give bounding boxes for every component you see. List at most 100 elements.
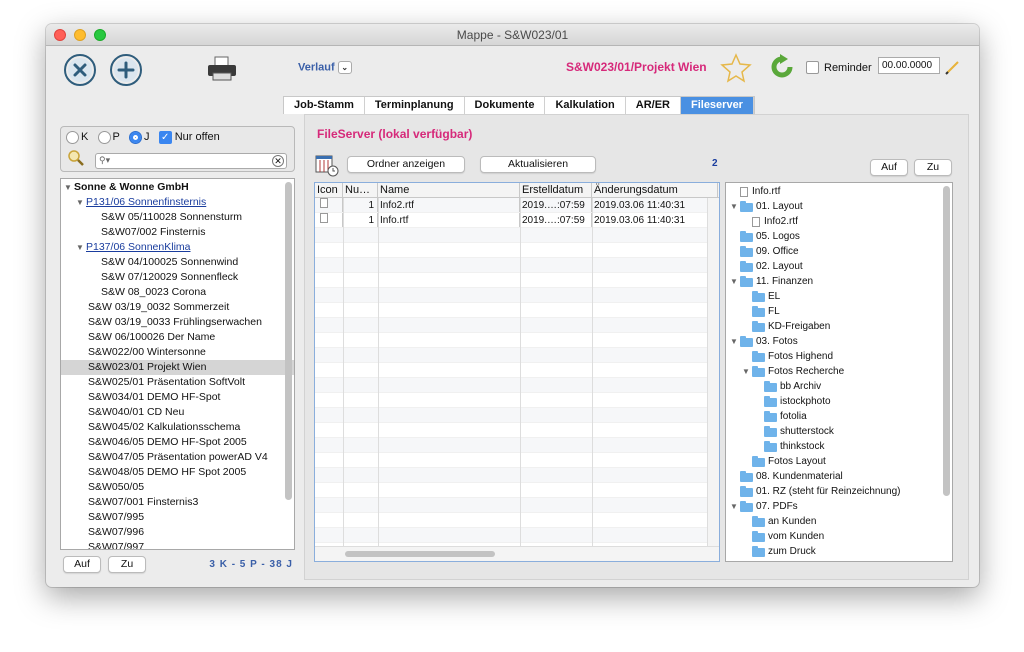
radio-j[interactable]: J bbox=[129, 131, 150, 144]
tree-job-item[interactable]: S&W040/01 CD Neu bbox=[61, 405, 294, 420]
radio-k[interactable]: K bbox=[66, 131, 88, 144]
folder-tree-folder[interactable]: 01. RZ (steht für Reinzeichnung) bbox=[726, 484, 952, 499]
col-icon-header[interactable]: Icon bbox=[315, 183, 343, 197]
auf-button[interactable]: Auf bbox=[63, 556, 101, 573]
tab-job-stamm[interactable]: Job-Stamm bbox=[284, 97, 365, 114]
magnifier-icon[interactable] bbox=[67, 149, 85, 170]
tree-job-item[interactable]: S&W 06/100026 Der Name bbox=[61, 330, 294, 345]
zu-button[interactable]: Zu bbox=[108, 556, 147, 573]
star-icon[interactable] bbox=[720, 53, 752, 86]
aktualisieren-button[interactable]: Aktualisieren bbox=[480, 156, 596, 173]
folder-tree-folder[interactable]: FL bbox=[726, 304, 952, 319]
tree-job-item[interactable]: S&W07/996 bbox=[61, 525, 294, 540]
reminder-toggle[interactable]: Reminder bbox=[806, 61, 872, 74]
folder-tree-file[interactable]: Info.rtf bbox=[726, 184, 952, 199]
tree-job-item[interactable]: S&W048/05 DEMO HF Spot 2005 bbox=[61, 465, 294, 480]
tree-job-item[interactable]: S&W047/05 Präsentation powerAD V4 bbox=[61, 450, 294, 465]
file-row[interactable]: 1 Info.rtf 2019.…:07:59 2019.03.06 11:40:31 bbox=[315, 213, 719, 228]
reminder-date-field[interactable]: 00.00.0000 bbox=[878, 57, 940, 74]
cancel-icon[interactable] bbox=[64, 54, 96, 86]
radio-p[interactable]: P bbox=[97, 131, 120, 144]
tree-job-item[interactable]: S&W 07/120029 Sonnenfleck bbox=[61, 270, 294, 285]
disclosure-triangle-icon[interactable]: ▼ bbox=[730, 499, 740, 514]
search-field[interactable]: ⚲▾ ✕ bbox=[95, 153, 287, 169]
tree-job-item[interactable]: S&W034/01 DEMO HF-Spot bbox=[61, 390, 294, 405]
tree-job-item[interactable]: S&W 03/19_0033 Frühlingserwachen bbox=[61, 315, 294, 330]
disclosure-triangle-icon[interactable]: ▼ bbox=[730, 334, 740, 349]
folder-tree-folder[interactable]: 09. Office bbox=[726, 244, 952, 259]
folder-tree-folder[interactable]: vom Kunden bbox=[726, 529, 952, 544]
printer-icon[interactable] bbox=[206, 56, 238, 85]
folder-tree-folder[interactable]: bb Archiv bbox=[726, 379, 952, 394]
folder-tree-folder[interactable]: istockphoto bbox=[726, 394, 952, 409]
tree-job-item[interactable]: S&W022/00 Wintersonne bbox=[61, 345, 294, 360]
folder-tree-folder[interactable]: 02. Layout bbox=[726, 259, 952, 274]
tree-job-item[interactable]: S&W 03/19_0032 Sommerzeit bbox=[61, 300, 294, 315]
folder-tree-folder[interactable]: zum Druck bbox=[726, 544, 952, 559]
folder-auf-button[interactable]: Auf bbox=[870, 159, 908, 176]
folder-tree-folder[interactable]: 08. Kundenmaterial bbox=[726, 469, 952, 484]
tab-terminplanung[interactable]: Terminplanung bbox=[365, 97, 465, 114]
folder-tree-folder[interactable]: ▼ 07. PDFs bbox=[726, 499, 952, 514]
tree-job-item[interactable]: S&W 08_0023 Corona bbox=[61, 285, 294, 300]
col-name-header[interactable]: Name bbox=[378, 183, 520, 197]
minimize-window-button[interactable] bbox=[74, 29, 86, 41]
search-options-icon[interactable]: ⚲▾ bbox=[99, 155, 110, 166]
tab-fileserver[interactable]: Fileserver bbox=[680, 97, 754, 114]
disclosure-triangle-icon[interactable]: ▼ bbox=[742, 364, 752, 379]
folder-tree-folder[interactable]: shutterstock bbox=[726, 424, 952, 439]
tree-job-item[interactable]: S&W 04/100025 Sonnenwind bbox=[61, 255, 294, 270]
disclosure-triangle-icon[interactable]: ▼ bbox=[730, 274, 740, 289]
ordner-anzeigen-button[interactable]: Ordner anzeigen bbox=[347, 156, 465, 173]
zoom-window-button[interactable] bbox=[94, 29, 106, 41]
folder-tree-file[interactable]: Info2.rtf bbox=[726, 214, 952, 229]
folder-tree-folder[interactable]: ▼ Fotos Recherche bbox=[726, 364, 952, 379]
file-table-hscroll-thumb[interactable] bbox=[345, 551, 495, 557]
tree-job-item[interactable]: S&W023/01 Projekt Wien bbox=[61, 360, 294, 375]
col-number-header[interactable]: Nu… bbox=[343, 183, 378, 197]
folder-zu-button[interactable]: Zu bbox=[914, 159, 952, 176]
disclosure-triangle-icon[interactable]: ▼ bbox=[730, 199, 740, 214]
tree-job-item[interactable]: S&W07/997 bbox=[61, 540, 294, 549]
close-window-button[interactable] bbox=[54, 29, 66, 41]
folder-tree-folder[interactable]: Fotos Highend bbox=[726, 349, 952, 364]
folder-tree-folder[interactable]: ▼ 03. Fotos bbox=[726, 334, 952, 349]
tree-job-item[interactable]: S&W07/002 Finsternis bbox=[61, 225, 294, 240]
tree-project-group[interactable]: ▼ P137/06 SonnenKlima bbox=[61, 240, 294, 255]
tree-job-item[interactable]: S&W046/05 DEMO HF-Spot 2005 bbox=[61, 435, 294, 450]
tree-job-item[interactable]: S&W07/995 bbox=[61, 510, 294, 525]
tree-job-item[interactable]: S&W050/05 bbox=[61, 480, 294, 495]
tree-job-item[interactable]: S&W07/001 Finsternis3 bbox=[61, 495, 294, 510]
folder-tree-folder[interactable]: ▼ 11. Finanzen bbox=[726, 274, 952, 289]
clear-search-icon[interactable]: ✕ bbox=[272, 155, 284, 167]
add-icon[interactable] bbox=[110, 54, 142, 86]
folder-tree-scrollbar[interactable] bbox=[943, 186, 950, 496]
job-tree-scrollbar[interactable] bbox=[285, 182, 292, 500]
tree-root[interactable]: ▼ Sonne & Wonne GmbH bbox=[61, 180, 294, 195]
folder-tree-folder[interactable]: ▼ 01. Layout bbox=[726, 199, 952, 214]
tree-job-item[interactable]: S&W025/01 Präsentation SoftVolt bbox=[61, 375, 294, 390]
verlauf-dropdown[interactable]: Verlauf ⌄ bbox=[298, 61, 352, 74]
tree-job-item[interactable]: S&W045/02 Kalkulationsschema bbox=[61, 420, 294, 435]
file-table-hscroll-track[interactable] bbox=[315, 546, 719, 561]
folder-tree-folder[interactable]: fotolia bbox=[726, 409, 952, 424]
pencil-icon[interactable] bbox=[944, 58, 962, 79]
col-created-header[interactable]: Erstelldatum bbox=[520, 183, 592, 197]
col-modified-header[interactable]: Änderungsdatum bbox=[592, 183, 718, 197]
file-row[interactable]: 1 Info2.rtf 2019.…:07:59 2019.03.06 11:40:3… bbox=[315, 198, 719, 213]
refresh-icon[interactable] bbox=[768, 53, 796, 84]
tab-dokumente[interactable]: Dokumente bbox=[465, 97, 546, 114]
tree-job-item[interactable]: S&W 05/110028 Sonnensturm bbox=[61, 210, 294, 225]
folder-tree-folder[interactable]: EL bbox=[726, 289, 952, 304]
folder-tree-folder[interactable]: thinkstock bbox=[726, 439, 952, 454]
folder-tree-folder[interactable]: KD-Freigaben bbox=[726, 319, 952, 334]
file-table-vscroll-track[interactable] bbox=[707, 198, 719, 546]
reminder-checkbox[interactable] bbox=[806, 61, 819, 74]
tree-project-group[interactable]: ▼ P131/06 Sonnenfinsternis bbox=[61, 195, 294, 210]
folder-tree-folder[interactable]: an Kunden bbox=[726, 514, 952, 529]
folder-tree-folder[interactable]: Fotos Layout bbox=[726, 454, 952, 469]
nur-offen-checkbox[interactable]: ✓ Nur offen bbox=[158, 131, 220, 144]
folder-tree-folder[interactable]: 05. Logos bbox=[726, 229, 952, 244]
tab-ar-er[interactable]: AR/ER bbox=[626, 97, 681, 114]
tab-kalkulation[interactable]: Kalkulation bbox=[545, 97, 626, 114]
